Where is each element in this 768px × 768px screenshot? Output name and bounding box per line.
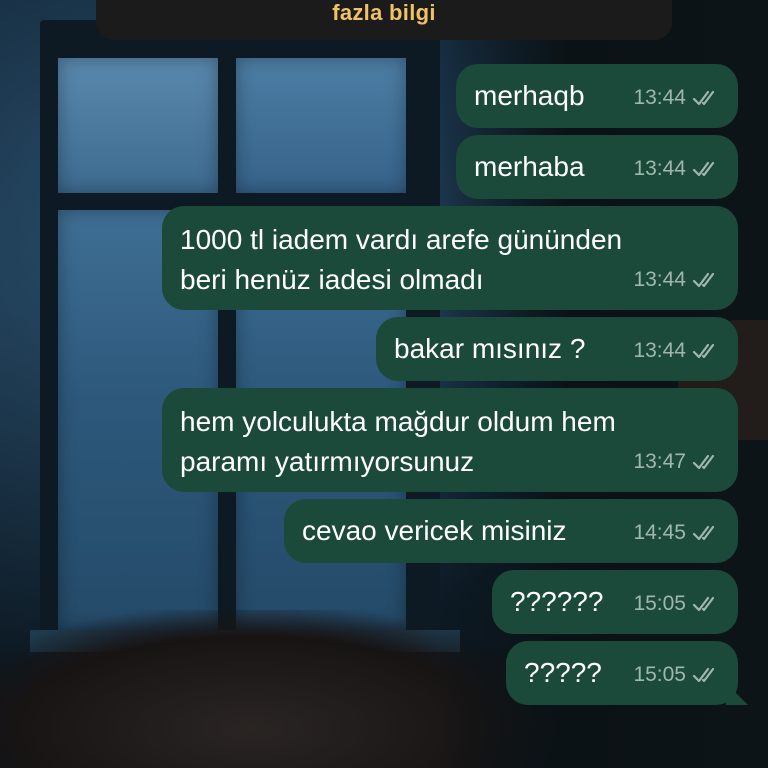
chat-screen: fazla bilgi merhaqb 13:44 merhaba 13:44 … [0,0,768,768]
wallpaper-pane [58,58,218,193]
wallpaper-pane [236,58,406,193]
message-bubble[interactable]: bakar mısınız ? 13:44 [376,317,738,381]
message-time: 13:47 [633,450,686,473]
message-bubble[interactable]: merhaqb 13:44 [456,64,738,128]
message-bubble[interactable]: merhaba 13:44 [456,135,738,199]
message-meta: 13:44 [633,149,720,189]
message-meta: 14:45 [633,513,720,553]
message-time: 13:44 [633,157,686,180]
message-bubble[interactable]: ?????? 15:05 [492,570,738,634]
message-text: hem yolculukta mağdur oldum hem [180,406,616,437]
read-check-icon [692,667,715,683]
more-info-label[interactable]: fazla bilgi [332,0,436,26]
message-meta: 13:44 [633,260,720,300]
message-bubble[interactable]: ????? 15:05 [506,641,748,705]
message-text: 1000 tl iadem vardı arefe gününden [180,224,623,255]
message-meta: 15:05 [633,584,720,624]
read-check-icon [692,343,715,359]
read-check-icon [692,596,715,612]
message-meta: 13:47 [633,442,720,482]
read-check-icon [692,272,715,288]
message-bubble[interactable]: cevao vericek misiniz 14:45 [284,499,738,563]
message-meta: 13:44 [633,78,720,118]
message-meta: 15:05 [633,655,720,695]
more-info-banner[interactable]: fazla bilgi [96,0,672,40]
message-time: 13:44 [633,339,686,362]
message-time: 15:05 [633,592,686,615]
message-meta: 13:44 [633,331,720,371]
message-time: 13:44 [633,86,686,109]
message-time: 14:45 [633,521,686,544]
read-check-icon [692,90,715,106]
message-bubble[interactable]: 1000 tl iadem vardı arefe gününden beri … [162,206,738,310]
read-check-icon [692,525,715,541]
read-check-icon [692,454,715,470]
message-time: 13:44 [633,268,686,291]
read-check-icon [692,161,715,177]
message-bubble[interactable]: hem yolculukta mağdur oldum hem paramı y… [162,388,738,492]
message-time: 15:05 [633,663,686,686]
